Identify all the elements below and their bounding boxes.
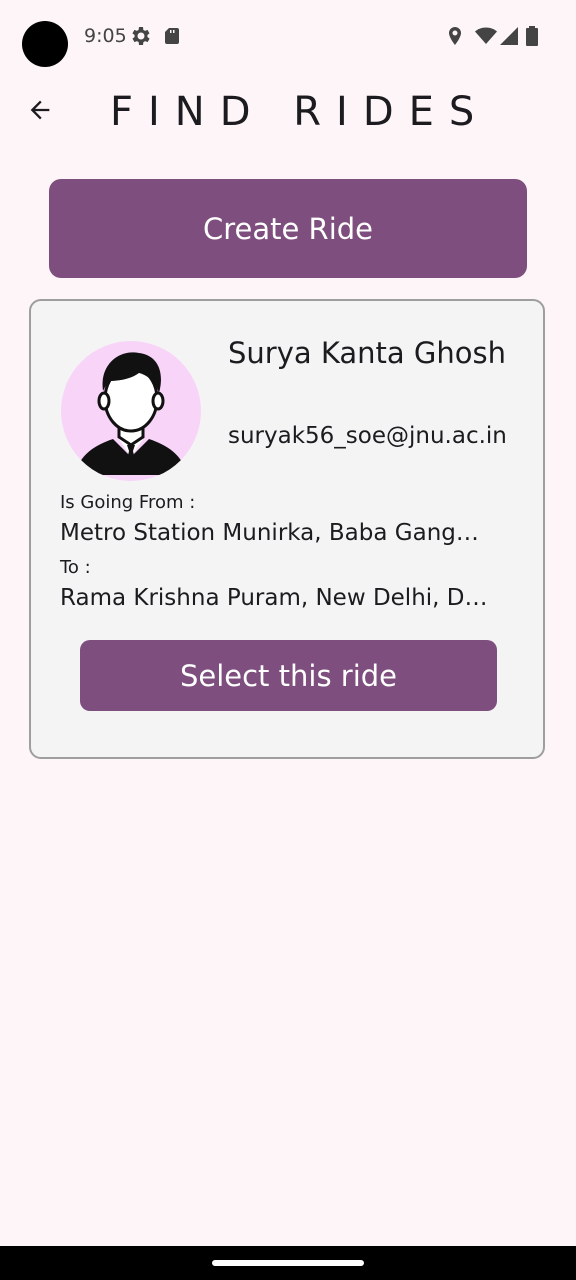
from-label: Is Going From : xyxy=(60,492,196,513)
driver-email: suryak56_soe@jnu.ac.in xyxy=(228,423,507,449)
location-icon xyxy=(443,24,467,48)
person-avatar-icon xyxy=(61,341,201,481)
wifi-icon xyxy=(474,24,498,48)
ride-card: Surya Kanta Ghosh suryak56_soe@jnu.ac.in… xyxy=(29,299,545,759)
camera-cutout xyxy=(22,21,68,67)
create-ride-button[interactable]: Create Ride xyxy=(49,179,527,278)
select-ride-button[interactable]: Select this ride xyxy=(80,640,497,711)
to-value: Rama Krishna Puram, New Delhi, D… xyxy=(60,585,488,611)
battery-icon xyxy=(520,24,544,48)
from-value: Metro Station Munirka, Baba Gang… xyxy=(60,520,479,546)
navigation-bar xyxy=(0,1246,576,1280)
settings-icon xyxy=(128,24,152,48)
to-label: To : xyxy=(60,557,91,578)
arrow-back-icon xyxy=(26,96,54,128)
signal-icon xyxy=(497,24,521,48)
home-indicator[interactable] xyxy=(212,1260,364,1266)
status-time: 9:05 xyxy=(84,25,127,47)
back-button[interactable] xyxy=(20,92,60,132)
driver-name: Surya Kanta Ghosh xyxy=(228,336,506,370)
sd-card-icon xyxy=(160,24,184,48)
page-title: FIND RIDES xyxy=(110,89,490,135)
status-bar: 9:05 xyxy=(0,0,576,72)
